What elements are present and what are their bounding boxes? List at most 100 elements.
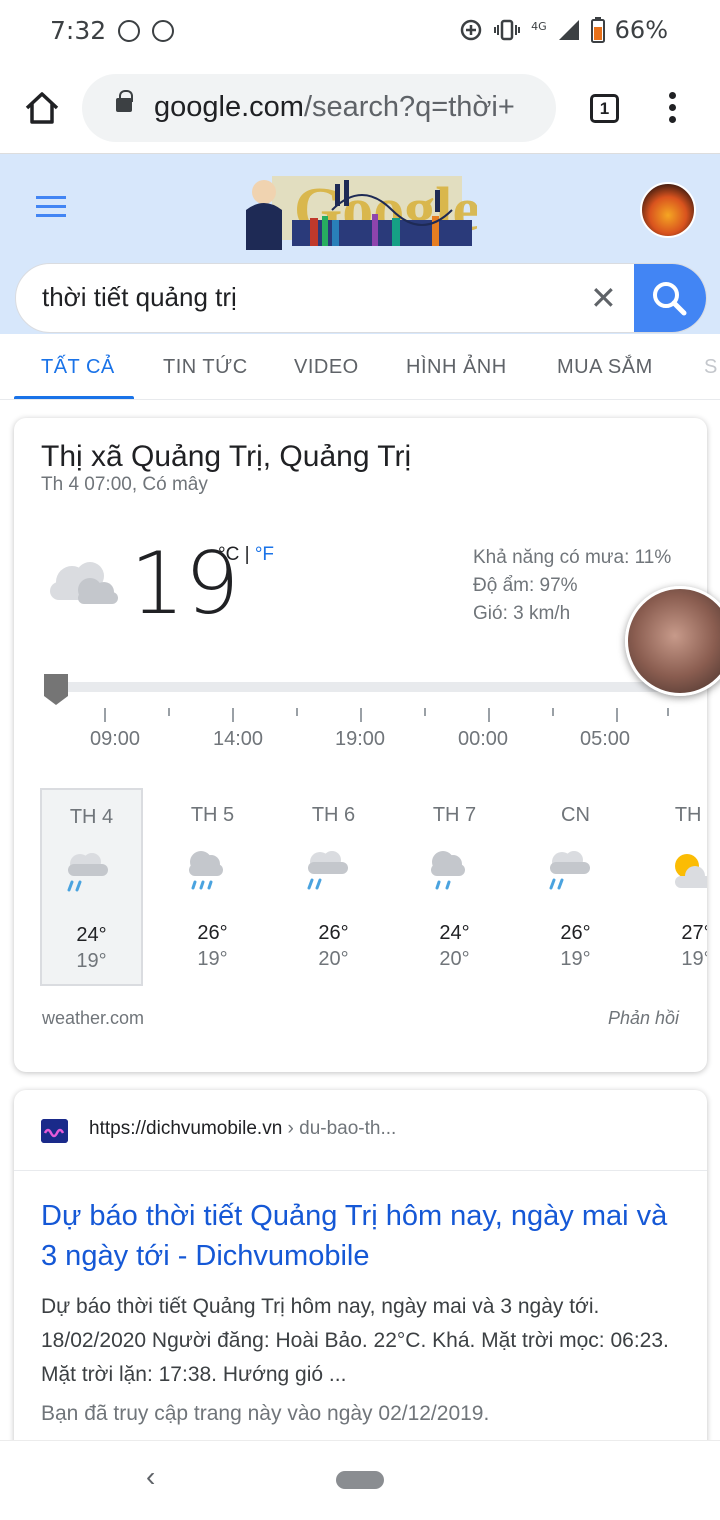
day-forecast[interactable]: TH 7 24° 20°	[403, 788, 506, 986]
feedback-link[interactable]: Phản hồi	[608, 1008, 679, 1029]
slider-tick	[168, 708, 170, 716]
unit-fahrenheit[interactable]: °F	[255, 544, 274, 565]
account-avatar[interactable]	[640, 182, 696, 238]
google-doodle-logo[interactable]: Google	[232, 170, 477, 252]
day-low: 19°	[681, 948, 707, 970]
day-forecast[interactable]: TH 4 24° 19°	[40, 788, 143, 986]
tab-images[interactable]: HÌNH ẢNH	[406, 356, 507, 379]
day-forecast[interactable]: TH 5 26° 19°	[161, 788, 264, 986]
weather-location: Thị xã Quảng Trị, Quảng Trị	[41, 440, 412, 473]
result-url[interactable]: https://dichvumobile.vn › du-bao-th...	[89, 1118, 396, 1140]
slider-tick	[424, 708, 426, 716]
data-saver-icon	[460, 19, 482, 41]
daily-forecast: TH 4 24° 19° TH 5 26° 19° TH 6 26° 20° T…	[40, 788, 707, 988]
hourly-slider-track[interactable]	[56, 682, 678, 692]
rain-chance: Khả năng có mưa: 11%	[473, 547, 672, 568]
unit-separator: |	[244, 544, 250, 565]
search-icon	[653, 282, 687, 316]
tab-shopping[interactable]: MUA SẮM	[557, 356, 653, 379]
result-domain: https://dichvumobile.vn	[89, 1118, 283, 1139]
search-button[interactable]	[634, 264, 706, 332]
slider-tick	[104, 708, 106, 722]
unit-celsius[interactable]: °C	[218, 544, 239, 565]
day-forecast[interactable]: CN 26° 19°	[524, 788, 627, 986]
day-high: 27°	[681, 922, 707, 944]
result-title[interactable]: Dự báo thời tiết Quảng Trị hôm nay, ngày…	[41, 1196, 681, 1276]
browser-toolbar: google.com/search?q=thời+ 1	[0, 62, 720, 154]
status-bar: 7:32 4G 66%	[0, 0, 720, 62]
clear-icon[interactable]: ✕	[590, 282, 617, 314]
rain-cloud-icon	[431, 851, 465, 890]
day-high: 26°	[560, 922, 591, 944]
battery-percent: 66%	[614, 16, 668, 44]
rain-cloud-icon	[67, 853, 108, 892]
day-low: 20°	[318, 948, 349, 970]
slider-tick	[667, 708, 669, 716]
back-icon[interactable]: ‹	[146, 1461, 155, 1493]
home-icon[interactable]	[22, 88, 62, 128]
search-query[interactable]: thời tiết quảng trị	[42, 282, 237, 313]
slider-tick	[552, 708, 554, 716]
google-header: Google thời tiết quảng trị ✕	[0, 154, 720, 334]
floating-chat-head[interactable]	[625, 586, 720, 696]
menu-icon[interactable]	[36, 196, 66, 223]
day-name: TH 7	[432, 804, 477, 826]
weather-source[interactable]: weather.com	[42, 1008, 144, 1029]
day-high: 26°	[318, 922, 349, 944]
search-box[interactable]: thời tiết quảng trị ✕	[15, 263, 707, 333]
tab-news[interactable]: TIN TỨC	[163, 356, 248, 379]
day-name: TH 4	[69, 806, 114, 828]
weather-subtitle: Th 4 07:00, Có mây	[41, 474, 208, 495]
active-tab-indicator	[14, 396, 134, 399]
day-name: TH 5	[190, 804, 235, 826]
battery-icon	[590, 17, 605, 43]
rain-cloud-icon	[549, 851, 590, 890]
result-path: › du-bao-th...	[282, 1118, 397, 1139]
day-name: TH 2	[674, 804, 707, 826]
divider	[14, 1170, 707, 1171]
tab-all[interactable]: TẤT CẢ	[41, 356, 115, 379]
rain-cloud-icon	[189, 851, 223, 890]
tab-more[interactable]: S	[704, 356, 718, 379]
signal-icon	[558, 20, 579, 40]
slider-tick	[488, 708, 490, 722]
search-tabs: TẤT CẢ TIN TỨC VIDEO HÌNH ẢNH MUA SẮM S	[0, 334, 720, 400]
time-label: 19:00	[334, 728, 386, 750]
day-low: 20°	[439, 948, 470, 970]
status-time: 7:32	[50, 16, 107, 45]
day-forecast[interactable]: TH 6 26° 20°	[282, 788, 385, 986]
slider-tick	[360, 708, 362, 722]
cloudy-icon	[50, 562, 118, 604]
tab-video[interactable]: VIDEO	[294, 356, 359, 379]
lock-icon	[116, 90, 133, 112]
slider-tick	[232, 708, 234, 722]
weather-card: Thị xã Quảng Trị, Quảng Trị Th 4 07:00, …	[14, 418, 720, 1072]
url-bar[interactable]: google.com/search?q=thời+	[82, 74, 556, 142]
url-text[interactable]: google.com/search?q=thời+	[154, 91, 550, 124]
search-result: https://dichvumobile.vn › du-bao-th... D…	[14, 1090, 707, 1470]
day-forecast[interactable]: TH 2 27° 19°	[645, 788, 707, 986]
slider-handle[interactable]	[42, 672, 70, 706]
rain-cloud-icon	[307, 851, 348, 890]
day-high: 26°	[197, 922, 228, 944]
day-name: TH 6	[311, 804, 356, 826]
messenger-icon	[152, 20, 174, 42]
sun-cloud-icon	[675, 854, 707, 888]
more-menu-icon[interactable]	[662, 92, 682, 126]
tab-switcher-button[interactable]: 1	[590, 94, 619, 123]
time-label: 14:00	[212, 728, 264, 750]
result-snippet: Dự báo thời tiết Quảng Trị hôm nay, ngày…	[41, 1295, 669, 1386]
time-label: 00:00	[457, 728, 509, 750]
visited-note: Bạn đã truy cập trang này vào ngày 02/12…	[41, 1402, 490, 1425]
unit-toggle: °C | °F	[218, 544, 274, 566]
home-pill[interactable]	[336, 1471, 384, 1489]
humidity: Độ ẩm: 97%	[473, 575, 578, 596]
day-high: 24°	[439, 922, 470, 944]
network-type-label: 4G	[531, 19, 547, 33]
day-low: 19°	[560, 948, 591, 970]
day-low: 19°	[76, 950, 107, 972]
time-label: 05:00	[579, 728, 631, 750]
day-low: 19°	[197, 948, 228, 970]
app-notification-icon	[118, 20, 140, 42]
slider-tick	[296, 708, 298, 716]
